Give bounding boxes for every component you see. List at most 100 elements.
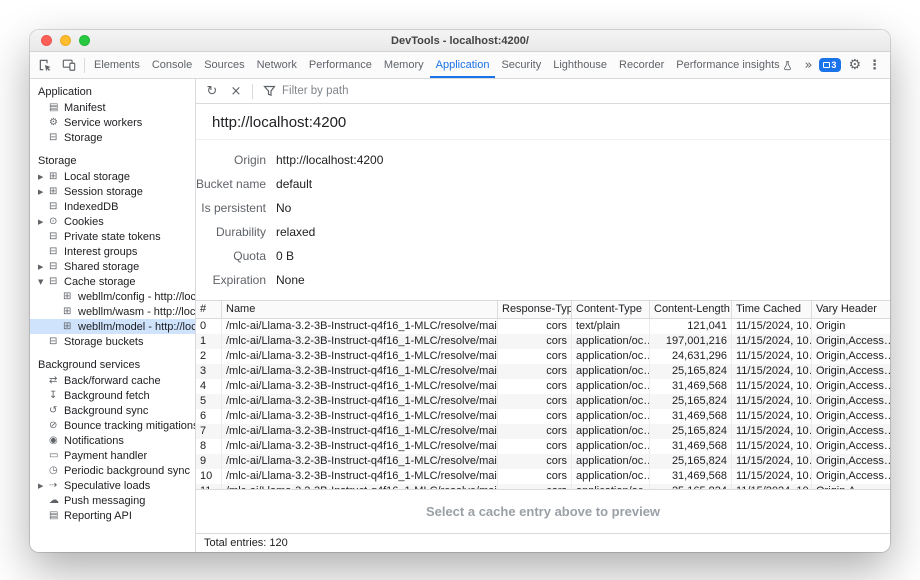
- chevron-collapsed-icon[interactable]: ▶: [38, 482, 49, 490]
- divider: [84, 58, 85, 73]
- table-row[interactable]: 2/mlc-ai/Llama-3.2-3B-Instruct-q4f16_1-M…: [196, 349, 890, 364]
- tab-security[interactable]: Security: [495, 52, 547, 78]
- database-icon: ⊟: [49, 259, 64, 274]
- column-header-vary-header[interactable]: Vary Header: [812, 301, 890, 318]
- device-toolbar-icon[interactable]: [57, 53, 81, 78]
- detail-row-is-persistent: Is persistentNo: [196, 196, 890, 220]
- console-messages-badge[interactable]: 3: [819, 58, 841, 72]
- cache-entries-table: #NameResponse-TypeContent-TypeContent-Le…: [196, 300, 890, 489]
- sidebar-item-push-messaging[interactable]: ☁Push messaging: [30, 493, 195, 508]
- sidebar-item-label: IndexedDB: [64, 201, 118, 213]
- cell-vary-header: Origin,Access…: [812, 379, 890, 394]
- tab-sources[interactable]: Sources: [198, 52, 250, 78]
- cell-vary-header: Origin,Access…: [812, 334, 890, 349]
- sidebar-item-notifications[interactable]: ◉Notifications: [30, 433, 195, 448]
- inspect-icon[interactable]: [33, 53, 57, 78]
- sidebar-item-manifest[interactable]: ▤Manifest: [30, 100, 195, 115]
- minimize-button[interactable]: [60, 35, 71, 46]
- column-header-time-cached[interactable]: Time Cached: [732, 301, 812, 318]
- sidebar-item-local-storage[interactable]: ▶⊞Local storage: [30, 169, 195, 184]
- sidebar-item-storage[interactable]: ⊟Storage: [30, 130, 195, 145]
- cell-content-type: application/oc…: [572, 409, 650, 424]
- sidebar-item-cache-storage[interactable]: ▼⊟Cache storage: [30, 274, 195, 289]
- column-header-content-length[interactable]: Content-Length: [650, 301, 732, 318]
- cell-content-type: application/oc…: [572, 454, 650, 469]
- sidebar-item-webllm-config-http-loc[interactable]: ⊞webllm/config - http://loc…: [30, 289, 195, 304]
- tab-console[interactable]: Console: [146, 52, 198, 78]
- cell-content-type: application/oc…: [572, 424, 650, 439]
- sidebar-item-webllm-model-http-loc[interactable]: ⊞webllm/model - http://loc…: [30, 319, 195, 334]
- sidebar-item-bounce-tracking-mitigations[interactable]: ⊘Bounce tracking mitigations: [30, 418, 195, 433]
- cell-index: 4: [196, 379, 222, 394]
- zoom-button[interactable]: [79, 35, 90, 46]
- table-row[interactable]: 1/mlc-ai/Llama-3.2-3B-Instruct-q4f16_1-M…: [196, 334, 890, 349]
- table-row[interactable]: 3/mlc-ai/Llama-3.2-3B-Instruct-q4f16_1-M…: [196, 364, 890, 379]
- cache-preview-pane: Select a cache entry above to preview: [196, 489, 890, 533]
- titlebar[interactable]: DevTools - localhost:4200/: [30, 30, 890, 52]
- sidebar-section-application: Application▤Manifest⚙Service workers⊟Sto…: [30, 84, 195, 145]
- tab-performance[interactable]: Performance: [303, 52, 378, 78]
- sidebar-item-background-fetch[interactable]: ↧Background fetch: [30, 388, 195, 403]
- clear-icon[interactable]: ×: [225, 81, 247, 101]
- sidebar-item-speculative-loads[interactable]: ▶⇢Speculative loads: [30, 478, 195, 493]
- column-header-name[interactable]: Name: [222, 301, 498, 318]
- table-row[interactable]: 5/mlc-ai/Llama-3.2-3B-Instruct-q4f16_1-M…: [196, 394, 890, 409]
- tab-label: Console: [152, 53, 192, 77]
- cache-table-header: #NameResponse-TypeContent-TypeContent-Le…: [196, 301, 890, 319]
- sidebar-item-cookies[interactable]: ▶⊙Cookies: [30, 214, 195, 229]
- table-row[interactable]: 6/mlc-ai/Llama-3.2-3B-Instruct-q4f16_1-M…: [196, 409, 890, 424]
- close-button[interactable]: [41, 35, 52, 46]
- sidebar-item-interest-groups[interactable]: ⊟Interest groups: [30, 244, 195, 259]
- sidebar-item-session-storage[interactable]: ▶⊞Session storage: [30, 184, 195, 199]
- table-row[interactable]: 0/mlc-ai/Llama-3.2-3B-Instruct-q4f16_1-M…: [196, 319, 890, 334]
- tab-application[interactable]: Application: [430, 52, 496, 78]
- tab-elements[interactable]: Elements: [88, 52, 146, 78]
- sidebar-item-private-state-tokens[interactable]: ⊟Private state tokens: [30, 229, 195, 244]
- column-header-response-type[interactable]: Response-Type: [498, 301, 572, 318]
- chevron-collapsed-icon[interactable]: ▶: [38, 218, 49, 226]
- tab-network[interactable]: Network: [251, 52, 303, 78]
- table-row[interactable]: 10/mlc-ai/Llama-3.2-3B-Instruct-q4f16_1-…: [196, 469, 890, 484]
- table-row[interactable]: 8/mlc-ai/Llama-3.2-3B-Instruct-q4f16_1-M…: [196, 439, 890, 454]
- sidebar-item-shared-storage[interactable]: ▶⊟Shared storage: [30, 259, 195, 274]
- tab-lighthouse[interactable]: Lighthouse: [547, 52, 613, 78]
- cell-time-cached: 11/15/2024, 10…: [732, 424, 812, 439]
- column-header-content-type[interactable]: Content-Type: [572, 301, 650, 318]
- cell-index: 3: [196, 364, 222, 379]
- tab-performance-insights[interactable]: Performance insights: [670, 52, 797, 78]
- cell-time-cached: 11/15/2024, 10…: [732, 349, 812, 364]
- table-row[interactable]: 9/mlc-ai/Llama-3.2-3B-Instruct-q4f16_1-M…: [196, 454, 890, 469]
- column-header-index[interactable]: #: [196, 301, 222, 318]
- sidebar-item-periodic-background-sync[interactable]: ◷Periodic background sync: [30, 463, 195, 478]
- sidebar-item-webllm-wasm-http-loca[interactable]: ⊞webllm/wasm - http://loca…: [30, 304, 195, 319]
- more-tabs-icon[interactable]: »: [804, 58, 812, 73]
- table-row[interactable]: 4/mlc-ai/Llama-3.2-3B-Instruct-q4f16_1-M…: [196, 379, 890, 394]
- sidebar-item-reporting-api[interactable]: ▤Reporting API: [30, 508, 195, 523]
- settings-gear-icon[interactable]: ⚙: [848, 57, 861, 73]
- sidebar-item-storage-buckets[interactable]: ⊟Storage buckets: [30, 334, 195, 349]
- sidebar-item-payment-handler[interactable]: ▭Payment handler: [30, 448, 195, 463]
- kebab-menu-icon[interactable]: ⋮: [868, 58, 881, 73]
- sidebar-item-back-forward-cache[interactable]: ⇄Back/forward cache: [30, 373, 195, 388]
- devtools-tabbar: ElementsConsoleSourcesNetworkPerformance…: [30, 52, 890, 79]
- tab-recorder[interactable]: Recorder: [613, 52, 670, 78]
- cell-response-type: cors: [498, 424, 572, 439]
- chevron-collapsed-icon[interactable]: ▶: [38, 173, 49, 181]
- cell-time-cached: 11/15/2024, 10…: [732, 469, 812, 484]
- sidebar-item-service-workers[interactable]: ⚙Service workers: [30, 115, 195, 130]
- chevron-collapsed-icon[interactable]: ▶: [38, 263, 49, 271]
- refresh-icon[interactable]: ↻: [201, 81, 223, 101]
- chevron-collapsed-icon[interactable]: ▶: [38, 188, 49, 196]
- tab-memory[interactable]: Memory: [378, 52, 430, 78]
- detail-row-bucket-name: Bucket namedefault: [196, 172, 890, 196]
- devtools-window: DevTools - localhost:4200/ ElementsConso…: [30, 30, 890, 552]
- sidebar-item-background-sync[interactable]: ↺Background sync: [30, 403, 195, 418]
- periodic-background-sync-icon: ◷: [49, 463, 64, 478]
- cell-index: 6: [196, 409, 222, 424]
- table-row[interactable]: 7/mlc-ai/Llama-3.2-3B-Instruct-q4f16_1-M…: [196, 424, 890, 439]
- filter-by-path-input[interactable]: [282, 85, 502, 97]
- cell-vary-header: Origin,Access…: [812, 454, 890, 469]
- detail-row-durability: Durabilityrelaxed: [196, 220, 890, 244]
- chevron-expanded-icon[interactable]: ▼: [38, 278, 49, 286]
- sidebar-item-indexeddb[interactable]: ⊟IndexedDB: [30, 199, 195, 214]
